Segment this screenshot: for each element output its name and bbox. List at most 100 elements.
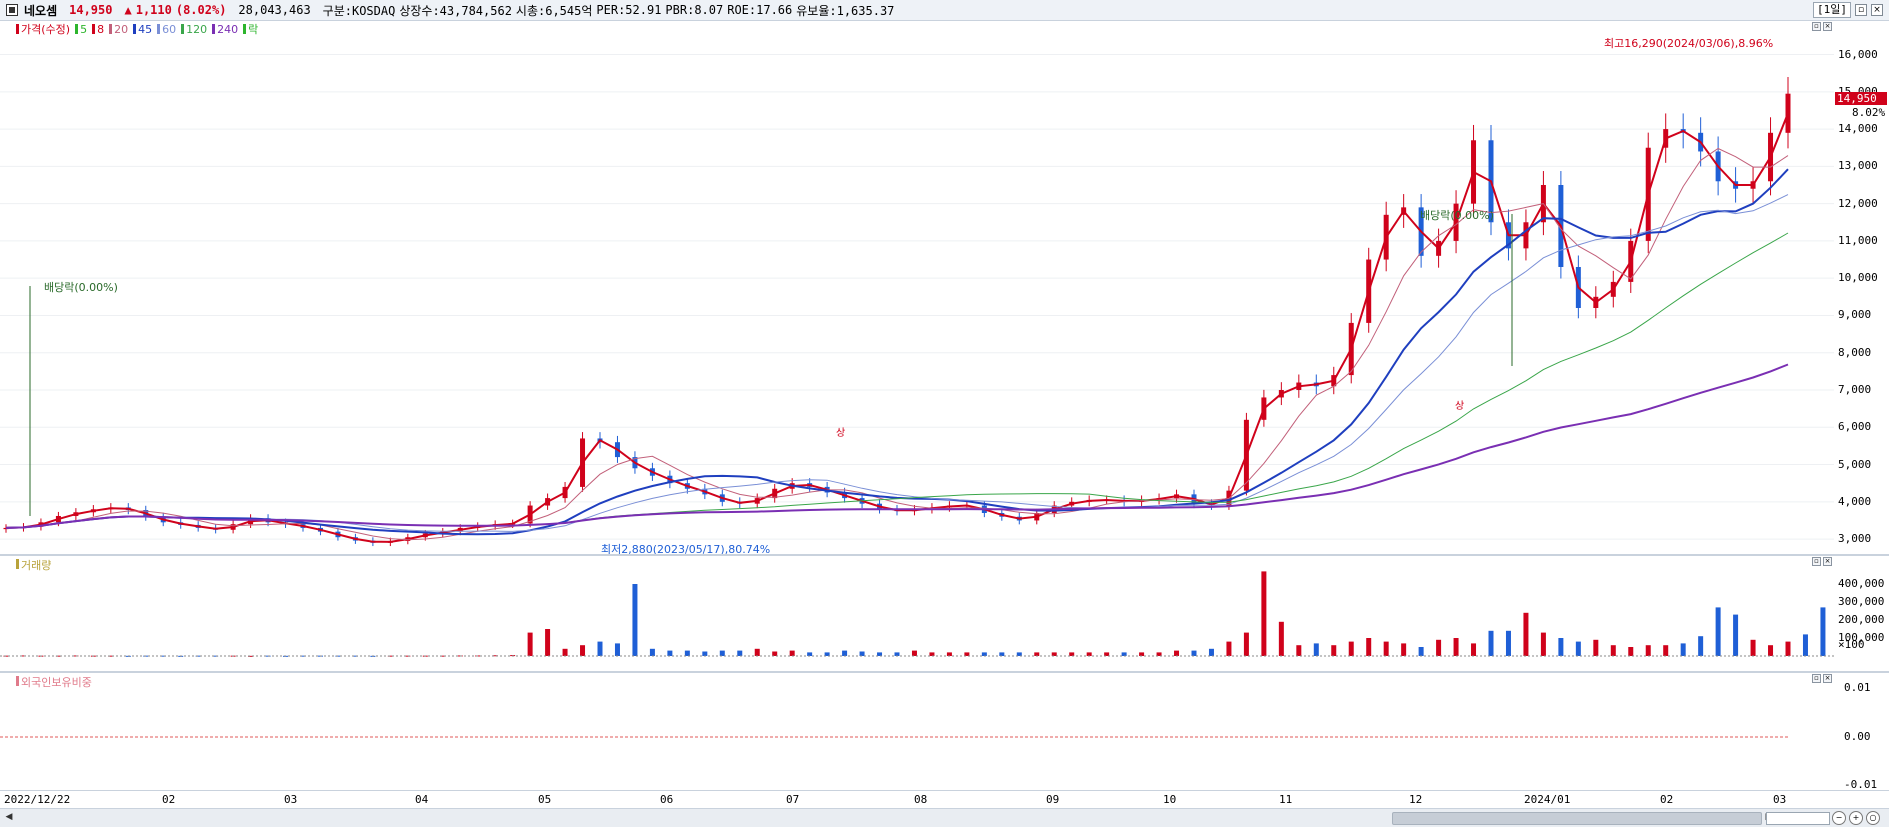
volume-bar <box>824 652 830 656</box>
legend-ma45[interactable]: 45 <box>133 21 152 37</box>
volume-bar <box>1034 652 1040 656</box>
ma-line-45 <box>5 168 1789 536</box>
volume-bar <box>772 651 778 656</box>
close-window-icon[interactable]: × <box>1871 4 1883 16</box>
ma-line-60 <box>5 194 1789 532</box>
price-axis-label: 13,000 <box>1838 159 1878 173</box>
volume-bar <box>1453 638 1459 656</box>
panel-close-icon[interactable]: × <box>1823 22 1832 31</box>
legend-event[interactable]: 락 <box>243 21 258 37</box>
restore-window-icon[interactable]: ▫ <box>1855 4 1867 16</box>
legend-price[interactable]: 가격(수정) <box>16 21 70 37</box>
market-type: 구분:KOSDAQ <box>322 3 396 18</box>
zoom-in-icon[interactable]: + <box>1849 811 1863 825</box>
volume-bar <box>981 652 987 656</box>
volume-bar <box>999 652 1005 656</box>
volume-bar <box>1051 652 1057 656</box>
volume-bar <box>1540 632 1546 656</box>
panel-close-icon[interactable]: × <box>1823 674 1832 683</box>
price-chart-panel[interactable] <box>0 21 1835 554</box>
volume-bar <box>1226 641 1232 656</box>
chart-legend: 가격(수정) 5 8 20 45 60 120 240 락 <box>16 21 258 37</box>
volume-bar <box>1558 638 1564 656</box>
volume-bar <box>527 632 533 656</box>
legend-ma5[interactable]: 5 <box>75 21 87 37</box>
date-axis-label: 2024/01 <box>1524 793 1571 806</box>
zoom-reset-icon[interactable]: ○ <box>1866 811 1880 825</box>
limit-up-marker-1: 상 <box>836 428 846 439</box>
volume-bar <box>911 650 917 656</box>
volume-bar <box>562 648 568 656</box>
date-axis-label: 04 <box>415 793 429 806</box>
change-percent: (8.02%) <box>175 3 227 17</box>
price-axis-label: 16,000 <box>1838 47 1878 61</box>
volume-bar <box>1785 641 1791 656</box>
volume-bar <box>1436 639 1442 656</box>
volume-bar <box>754 648 760 656</box>
dividend-annotation-1: 배당락(0.00%) <box>44 281 118 294</box>
volume-bar <box>1523 612 1529 656</box>
scroll-left-arrow-icon[interactable]: ◀ <box>4 812 14 824</box>
date-axis-label: 09 <box>1046 793 1060 806</box>
price-axis-label: 4,000 <box>1838 494 1872 508</box>
date-axis-label: 07 <box>786 793 800 806</box>
zoom-out-icon[interactable]: − <box>1832 811 1846 825</box>
legend-ma20[interactable]: 20 <box>109 21 128 37</box>
scroll-thumb[interactable] <box>1392 812 1762 825</box>
volume-axis-label: 200,000 <box>1838 613 1885 626</box>
limit-up-marker-2: 상 <box>1455 401 1465 412</box>
badge-percent: 8.02% <box>1852 106 1886 119</box>
chart-scrollbar[interactable]: ◀ ▶ − + ○ <box>0 808 1889 827</box>
volume-bar <box>580 645 586 656</box>
price-axis-label: 9,000 <box>1838 308 1872 322</box>
volume-bar <box>1575 641 1581 656</box>
volume-bar <box>1802 634 1808 656</box>
date-axis: 2022/12/22 02 03 04 05 06 07 08 09 10 11 12 2024/01 0… <box>0 790 1889 809</box>
volume-bar <box>859 651 865 656</box>
legend-ma60[interactable]: 60 <box>157 21 176 37</box>
volume-bar <box>877 652 883 656</box>
volume-axis-label: 400,000 <box>1838 577 1885 590</box>
price-axis-label: 6,000 <box>1838 420 1872 434</box>
volume-bar <box>737 650 743 656</box>
foreign-ownership-panel[interactable] <box>0 673 1835 790</box>
volume-bar <box>1348 641 1354 656</box>
ma-line-120 <box>5 232 1789 529</box>
volume-bar <box>1820 607 1826 656</box>
volume-bar <box>1663 645 1669 656</box>
per-value: PER:52.91 <box>596 3 662 17</box>
price-axis-label: 5,000 <box>1838 457 1872 471</box>
legend-ma8[interactable]: 8 <box>92 21 104 37</box>
volume-bar <box>1610 645 1616 656</box>
chart-menu-icon[interactable] <box>6 4 18 16</box>
stock-name[interactable]: 네오셈 <box>24 2 57 19</box>
panel-maximize-icon[interactable]: ▫ <box>1812 674 1821 683</box>
period-selector[interactable]: [1일] <box>1813 2 1851 18</box>
price-panel-buttons: ▫ × <box>1812 22 1832 31</box>
panel-maximize-icon[interactable]: ▫ <box>1812 557 1821 566</box>
panel-close-icon[interactable]: × <box>1823 557 1832 566</box>
volume-bar <box>1488 630 1494 656</box>
dividend-annotation-2: 배당락(0.00%) <box>1420 209 1494 222</box>
volume-bar <box>1296 645 1302 656</box>
date-axis-label: 06 <box>660 793 674 806</box>
volume-bar <box>1366 638 1372 656</box>
volume-bar <box>1628 647 1634 656</box>
volume-bar <box>1733 614 1739 656</box>
foreign-panel-buttons: ▫ × <box>1812 674 1832 683</box>
volume-bar <box>1750 639 1756 656</box>
zoom-slider[interactable] <box>1766 812 1830 825</box>
volume-bar <box>1313 643 1319 656</box>
volume-bar <box>1016 652 1022 656</box>
volume-panel[interactable] <box>0 556 1835 671</box>
volume-bar <box>1645 645 1651 656</box>
panel-maximize-icon[interactable]: ▫ <box>1812 22 1821 31</box>
legend-ma240[interactable]: 240 <box>212 21 238 37</box>
legend-ma120[interactable]: 120 <box>181 21 207 37</box>
foreign-ownership-chart <box>0 736 1790 738</box>
volume-bar <box>649 648 655 656</box>
price-axis-label: 3,000 <box>1838 532 1872 546</box>
volume-bar <box>1174 650 1180 656</box>
volume-bar <box>1156 652 1162 656</box>
reserve-ratio: 유보율:1,635.37 <box>796 3 895 18</box>
